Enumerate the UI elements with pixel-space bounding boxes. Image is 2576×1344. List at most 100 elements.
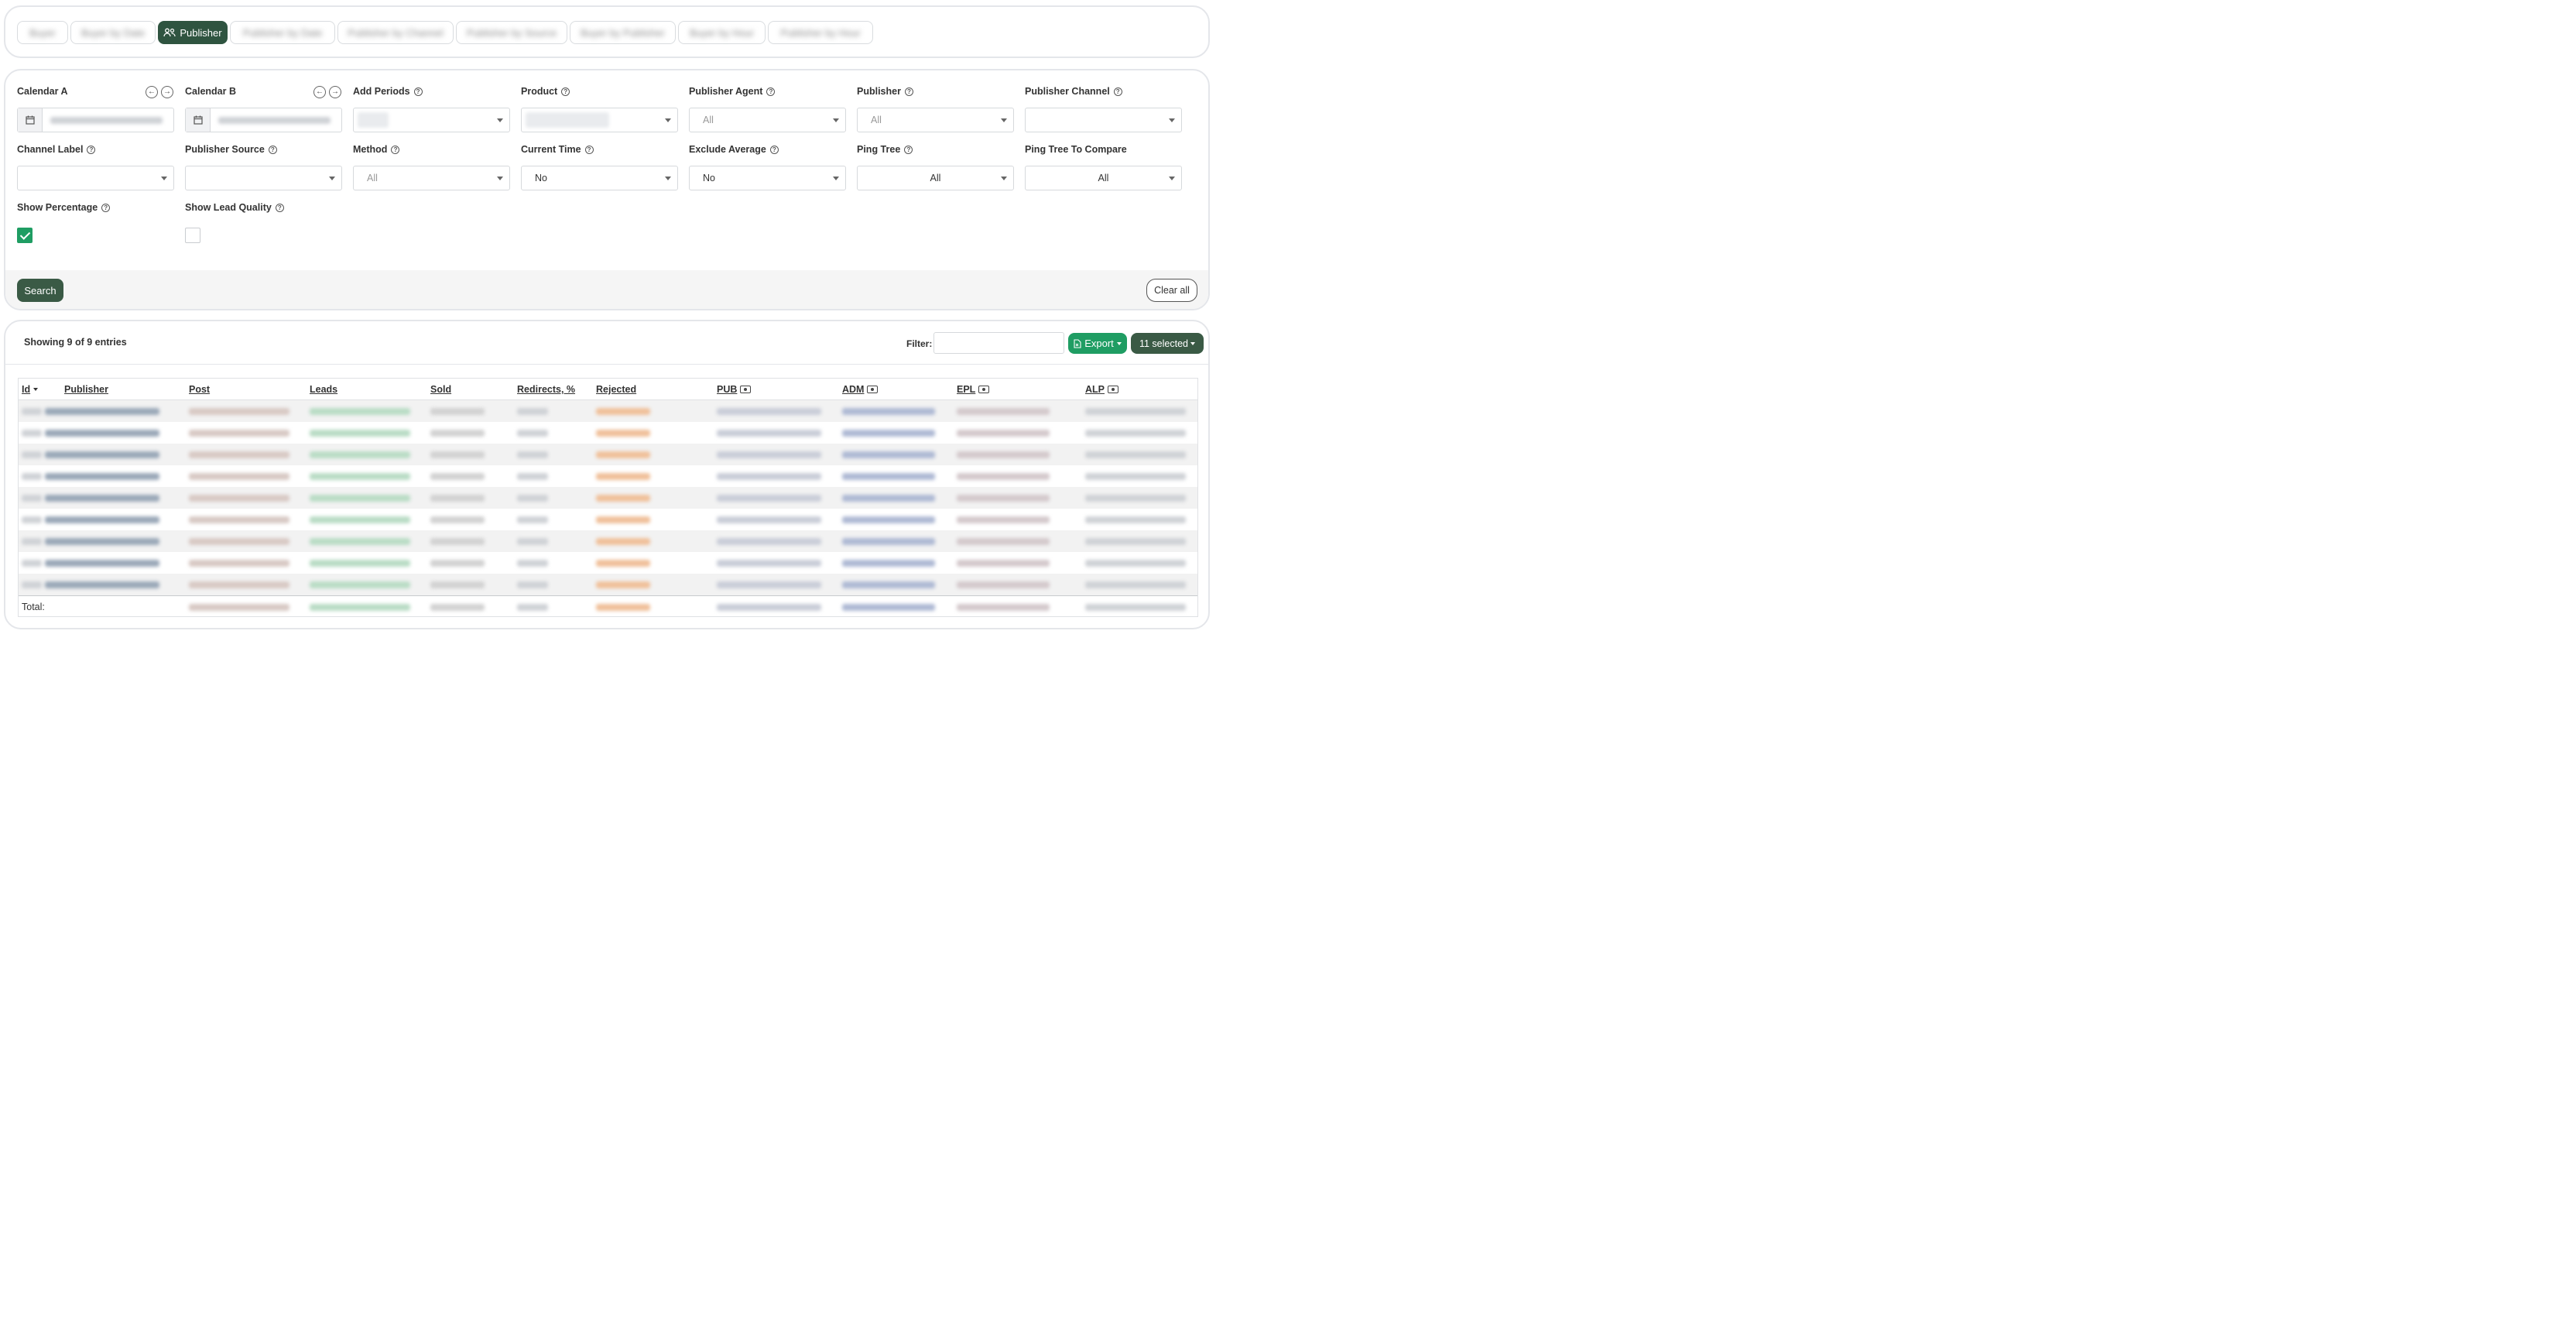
redacted-cell (189, 604, 289, 611)
redacted-cell (717, 581, 821, 588)
column-epl[interactable]: EPL (957, 384, 990, 395)
tab-publisher-by-hour[interactable]: Publisher by Hour (768, 21, 873, 44)
tab-buyer-by-hour[interactable]: Buyer by Hour (678, 21, 766, 44)
calendar-b-prev-arrow-icon[interactable]: ← (313, 86, 326, 98)
help-icon: ? (769, 145, 779, 154)
redacted-cell (1085, 473, 1186, 480)
redacted-cell (430, 516, 485, 523)
columns-selected-button[interactable]: 11 selected (1131, 333, 1204, 354)
calendar-icon (186, 108, 211, 132)
redacted-cell (957, 430, 1050, 437)
tab-publisher-by-date[interactable]: Publisher by Date (230, 21, 335, 44)
column-post[interactable]: Post (189, 384, 210, 395)
tab-buyer[interactable]: Buyer (17, 21, 68, 44)
redacted-cell (1085, 408, 1186, 415)
column-rejected[interactable]: Rejected (596, 384, 636, 395)
redacted-cell (189, 538, 289, 545)
redacted-cell (430, 473, 485, 480)
chevron-down-icon (1116, 341, 1122, 345)
search-button[interactable]: Search (17, 279, 63, 302)
redacted-cell (596, 451, 650, 458)
publisher-agent-select[interactable]: All (689, 108, 846, 132)
add-periods-select[interactable] (353, 108, 510, 132)
redacted-cell (1085, 516, 1186, 523)
sort-desc-icon (33, 388, 39, 391)
column-pub[interactable]: PUB (717, 384, 752, 395)
redacted-cell (189, 430, 289, 437)
exclude-average-select[interactable]: No (689, 166, 846, 190)
redacted-cell (842, 516, 935, 523)
redacted-cell (957, 581, 1050, 588)
publisher-source-select[interactable] (185, 166, 342, 190)
show-percentage-checkbox[interactable] (17, 228, 33, 243)
redacted-cell (189, 516, 289, 523)
redacted-cell (842, 430, 935, 437)
redacted-cell (22, 430, 42, 437)
table-row (19, 444, 1197, 465)
ping-tree-select[interactable]: All (857, 166, 1014, 190)
current-time-label: Current Time? (521, 144, 594, 155)
excel-file-icon (1074, 338, 1081, 348)
column-sold[interactable]: Sold (430, 384, 451, 395)
column-redirects[interactable]: Redirects, % (517, 384, 575, 395)
redacted-cell (596, 604, 650, 611)
redacted-cell (957, 451, 1050, 458)
eye-icon[interactable] (740, 386, 752, 393)
redacted-cell (717, 495, 821, 502)
product-select[interactable] (521, 108, 678, 132)
tab-buyer-by-date[interactable]: Buyer by Date (70, 21, 156, 44)
eye-icon[interactable] (1108, 386, 1118, 393)
filters-actions-bar: Search Clear all (5, 270, 1208, 309)
table-row (19, 487, 1197, 509)
show-percentage-label: Show Percentage? (17, 202, 111, 213)
redacted-cell (430, 604, 485, 611)
publisher-channel-select[interactable] (1025, 108, 1182, 132)
exclude-average-label: Exclude Average? (689, 144, 779, 155)
column-id[interactable]: Id (22, 384, 39, 395)
calendar-a-prev-arrow-icon[interactable]: ← (146, 86, 158, 98)
redacted-cell (45, 581, 159, 588)
current-time-select[interactable]: No (521, 166, 678, 190)
table-row (19, 552, 1197, 574)
redacted-cell (310, 495, 410, 502)
tab-publisher[interactable]: Publisher (158, 21, 228, 44)
column-alp[interactable]: ALP (1085, 384, 1118, 395)
publisher-select[interactable]: All (857, 108, 1014, 132)
tab-publisher-by-source[interactable]: Publisher by Source (456, 21, 567, 44)
redacted-cell (1085, 604, 1186, 611)
column-publisher[interactable]: Publisher (64, 384, 108, 395)
column-leads[interactable]: Leads (310, 384, 337, 395)
redacted-cell (430, 560, 485, 567)
calendar-icon (18, 108, 43, 132)
tab-buyer-by-publisher[interactable]: Buyer by Publisher (570, 21, 676, 44)
export-button[interactable]: Export (1068, 333, 1127, 354)
ping-tree-compare-select[interactable]: All (1025, 166, 1182, 190)
redacted-cell (310, 581, 410, 588)
tab-publisher-by-channel[interactable]: Publisher by Channel (337, 21, 454, 44)
results-table: Id Publisher Post Leads Sold Redirects, … (18, 378, 1198, 617)
calendar-b-input[interactable] (185, 108, 342, 132)
eye-icon[interactable] (867, 386, 879, 393)
filter-input[interactable] (933, 332, 1064, 354)
channel-label-select[interactable] (17, 166, 174, 190)
help-icon: ? (275, 203, 284, 212)
table-row (19, 509, 1197, 530)
clear-all-button[interactable]: Clear all (1146, 279, 1197, 302)
calendar-a-next-arrow-icon[interactable]: → (161, 86, 173, 98)
column-adm[interactable]: ADM (842, 384, 879, 395)
redacted-cell (717, 430, 821, 437)
calendar-b-next-arrow-icon[interactable]: → (329, 86, 341, 98)
redacted-cell (22, 451, 42, 458)
table-header: Id Publisher Post Leads Sold Redirects, … (19, 379, 1197, 400)
method-select[interactable]: All (353, 166, 510, 190)
users-icon (163, 28, 176, 37)
product-label: Product? (521, 86, 570, 97)
redacted-cell (842, 538, 935, 545)
redacted-cell (517, 430, 548, 437)
show-lead-quality-checkbox[interactable] (185, 228, 200, 243)
calendar-a-input[interactable] (17, 108, 174, 132)
redacted-cell (22, 495, 42, 502)
redacted-cell (517, 408, 548, 415)
eye-icon[interactable] (978, 386, 990, 393)
redacted-cell (517, 516, 548, 523)
